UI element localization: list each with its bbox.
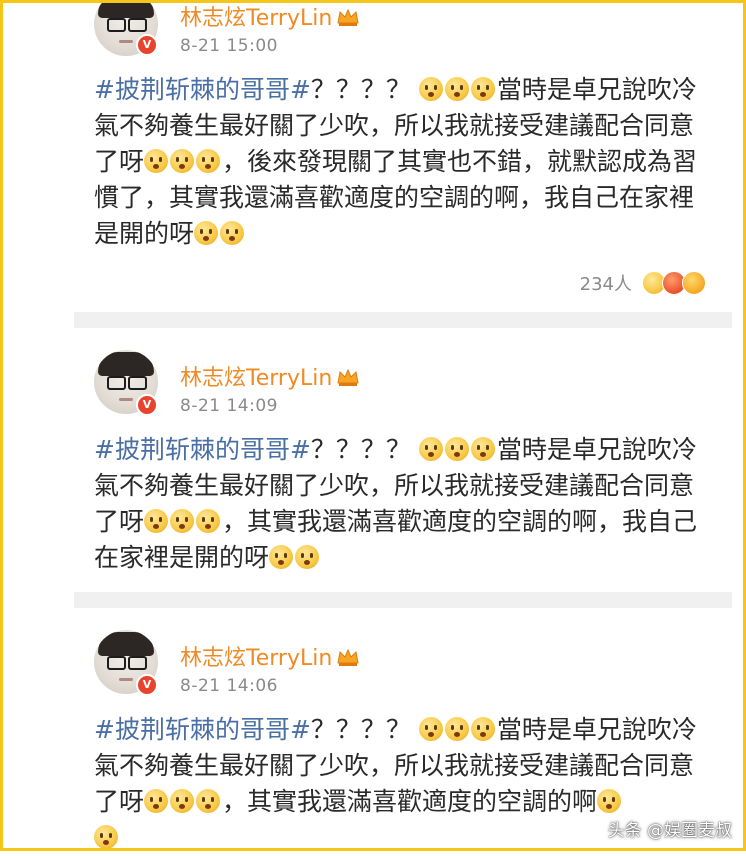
avatar-mouth xyxy=(119,678,133,681)
username-text: 林志炫TerryLin xyxy=(180,6,333,31)
avatar-glasses xyxy=(107,376,147,390)
thinking-emoji-icon xyxy=(196,149,221,173)
avatar-hair xyxy=(98,632,154,656)
content-text: ，其實我還滿喜歡適度的空調的啊 xyxy=(222,787,598,816)
crown-icon xyxy=(337,8,359,26)
thinking-emoji-icon xyxy=(418,437,443,461)
verified-badge-icon: V xyxy=(136,674,158,696)
username-text: 林志炫TerryLin xyxy=(180,366,333,391)
thinking-emoji-icon xyxy=(196,789,221,813)
thinking-emoji-icon xyxy=(170,509,195,533)
laugh-reaction-icon xyxy=(682,271,706,295)
thinking-emoji-icon xyxy=(470,437,495,461)
thinking-emoji-icon xyxy=(170,789,195,813)
hashtag-link[interactable]: #披荆斩棘的哥哥# xyxy=(94,75,311,104)
watermark: 头条 @娱圈麦叔 xyxy=(607,821,732,841)
verified-badge-icon: V xyxy=(136,34,158,56)
thinking-emoji-icon xyxy=(144,149,169,173)
thinking-emoji-icon xyxy=(269,545,294,569)
post-content: #披荆斩棘的哥哥#？？？？ 當時是卓兄說吹冷氣不夠養生最好關了少吹，所以我就接受… xyxy=(94,432,716,576)
avatar-mouth xyxy=(119,40,133,43)
reactions-count: 234人 xyxy=(579,274,632,295)
crown-icon xyxy=(337,648,359,666)
reactions-bar[interactable]: 234人 xyxy=(580,270,706,296)
thinking-emoji-icon xyxy=(470,717,495,741)
thinking-emoji-icon xyxy=(597,789,622,813)
content-text: ？？？？ xyxy=(310,435,411,464)
content-text: ？？？？ xyxy=(310,715,411,744)
avatar-glasses xyxy=(107,656,147,670)
thinking-emoji-icon xyxy=(444,717,469,741)
content-text: ？？？？ xyxy=(310,75,411,104)
post-time: 8-21 14:06 xyxy=(180,676,278,696)
post-content: #披荆斩棘的哥哥#？？？？ 當時是卓兄說吹冷氣不夠養生最好關了少吹，所以我就接受… xyxy=(94,72,716,252)
thinking-emoji-icon xyxy=(444,77,469,101)
avatar-mouth xyxy=(119,398,133,401)
username[interactable]: 林志炫TerryLin xyxy=(180,640,360,672)
thinking-emoji-icon xyxy=(418,77,443,101)
thinking-emoji-icon xyxy=(144,509,169,533)
hashtag-link[interactable]: #披荆斩棘的哥哥# xyxy=(94,435,311,464)
post-divider xyxy=(74,592,732,608)
thinking-emoji-icon xyxy=(94,825,118,849)
thinking-emoji-icon xyxy=(170,149,195,173)
avatar-glasses xyxy=(107,18,147,32)
username-text: 林志炫TerryLin xyxy=(180,646,333,671)
hashtag-link[interactable]: #披荆斩棘的哥哥# xyxy=(94,715,311,744)
post-time: 8-21 15:00 xyxy=(180,36,278,56)
thinking-emoji-icon xyxy=(470,77,495,101)
thinking-emoji-icon xyxy=(194,221,219,245)
username[interactable]: 林志炫TerryLin xyxy=(180,0,360,32)
avatar-hair xyxy=(98,352,154,376)
thinking-emoji-icon xyxy=(418,717,443,741)
post-divider xyxy=(74,312,732,328)
crown-icon xyxy=(337,368,359,386)
thinking-emoji-icon xyxy=(295,545,320,569)
thinking-emoji-icon xyxy=(444,437,469,461)
thinking-emoji-icon xyxy=(144,789,169,813)
post-time: 8-21 14:09 xyxy=(180,396,278,416)
username[interactable]: 林志炫TerryLin xyxy=(180,360,360,392)
thinking-emoji-icon xyxy=(196,509,221,533)
verified-badge-icon: V xyxy=(136,394,158,416)
avatar-hair xyxy=(98,0,154,18)
thinking-emoji-icon xyxy=(220,221,245,245)
